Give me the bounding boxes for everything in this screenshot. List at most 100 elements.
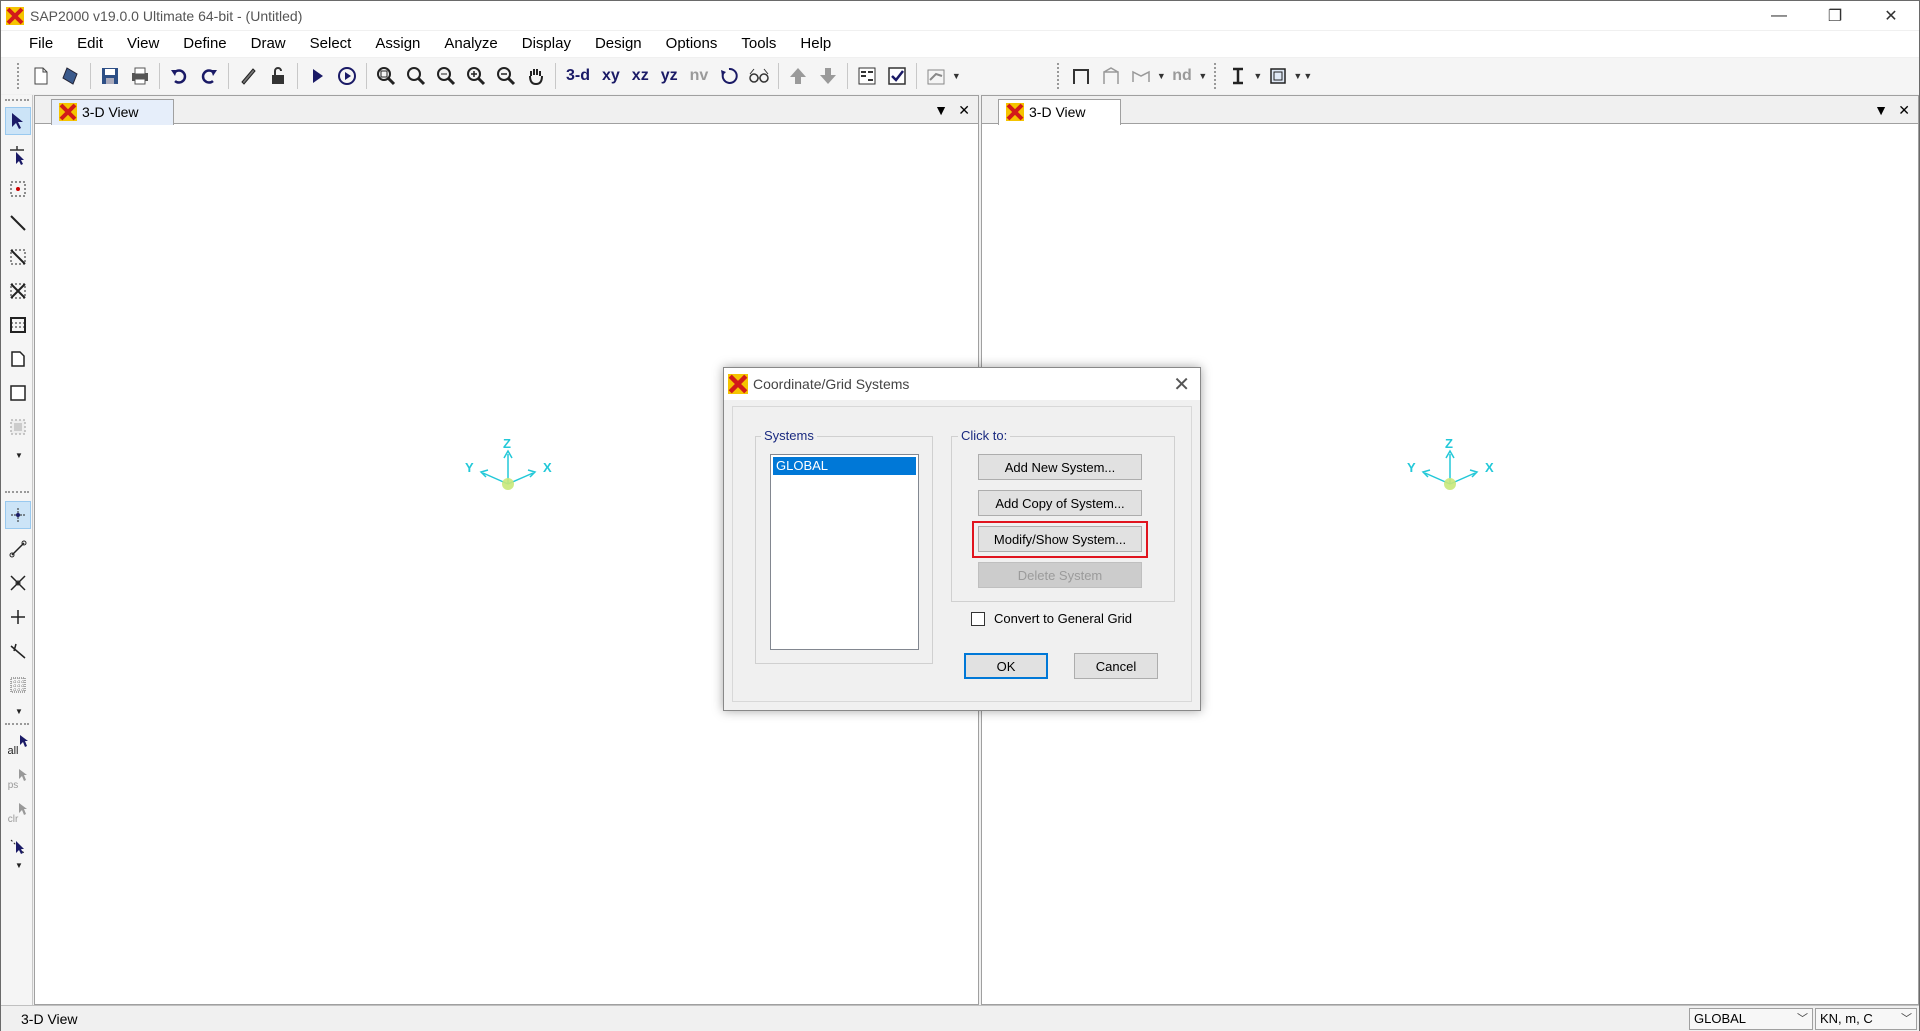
menu-file[interactable]: File [17,31,65,57]
frame-section-icon[interactable] [1066,61,1096,91]
rotate-3d-icon[interactable] [714,61,744,91]
menu-draw[interactable]: Draw [239,31,298,57]
run-analysis-icon[interactable] [302,61,332,91]
select-intersecting-line-icon[interactable] [5,833,31,861]
toolbar-overflow-icon[interactable]: ▼ [1303,61,1313,91]
reshaper-icon[interactable] [5,141,31,169]
check-model-icon[interactable] [882,61,912,91]
quick-draw-braces-icon[interactable] [5,277,31,305]
menu-define[interactable]: Define [171,31,238,57]
snap-ends-icon[interactable] [5,535,31,563]
previous-zoom-icon[interactable] [431,61,461,91]
menu-view[interactable]: View [115,31,171,57]
snap-lines-icon[interactable] [5,637,31,665]
show-deformed-icon[interactable] [921,61,951,91]
view-yz-button[interactable]: yz [655,61,684,91]
menu-design[interactable]: Design [583,31,654,57]
menu-edit[interactable]: Edit [65,31,115,57]
draw-rect-area-icon[interactable] [5,379,31,407]
menu-analyze[interactable]: Analyze [432,31,509,57]
left-toolbar-grip-2[interactable] [5,491,29,494]
truss-icon[interactable] [1126,61,1156,91]
draw-poly-area-icon[interactable] [5,345,31,373]
quick-draw-area-icon[interactable] [5,413,31,441]
right-pane-close-icon[interactable]: ✕ [1898,96,1910,124]
menu-assign[interactable]: Assign [363,31,432,57]
move-up-icon[interactable] [783,61,813,91]
cancel-button[interactable]: Cancel [1074,653,1158,679]
clear-selection-button[interactable]: clr [5,799,31,827]
add-copy-of-system-button[interactable]: Add Copy of System... [978,490,1142,516]
select-all-button[interactable]: all [5,731,31,759]
convert-to-general-grid-checkbox[interactable] [971,612,985,626]
show-deformed-dropdown-icon[interactable]: ▼ [951,61,961,91]
dialog-close-icon[interactable]: ✕ [1173,372,1190,397]
quick-draw-frame-icon[interactable] [5,243,31,271]
save-icon[interactable] [95,61,125,91]
left-toolbar-grip[interactable] [5,99,29,102]
pointer-icon[interactable] [5,107,31,135]
snap-dropdown-icon[interactable]: ▼ [15,707,23,716]
coordinate-system-select[interactable]: GLOBAL ﹀ [1689,1008,1813,1030]
left-pane-dropdown-icon[interactable]: ▼ [934,96,948,124]
view-xy-button[interactable]: xy [596,61,626,91]
zoom-window-icon[interactable] [371,61,401,91]
move-down-icon[interactable] [813,61,843,91]
select-dropdown-icon[interactable]: ▼ [15,861,23,870]
draw-joint-icon[interactable] [5,175,31,203]
pan-hand-icon[interactable] [521,61,551,91]
units-select[interactable]: KN, m, C ﹀ [1815,1008,1917,1030]
draw-tools-dropdown-icon[interactable]: ▼ [15,451,23,460]
nd-dropdown-icon[interactable]: ▼ [1198,61,1208,91]
portal-frame-icon[interactable] [1096,61,1126,91]
quick-draw-secondary-icon[interactable] [5,311,31,339]
delete-system-button[interactable]: Delete System [978,562,1142,588]
nd-button[interactable]: nd [1166,61,1198,91]
toolbar-grip-2[interactable] [1057,63,1060,89]
left-pane-close-icon[interactable]: ✕ [958,96,970,124]
section-designer-icon[interactable] [1223,61,1253,91]
toolbar-grip-3[interactable] [1213,63,1217,89]
snap-points-icon[interactable] [5,501,31,529]
close-button[interactable]: ✕ [1863,1,1919,30]
area-section-dropdown-icon[interactable]: ▼ [1293,61,1303,91]
lock-icon[interactable] [263,61,293,91]
refresh-pencil-icon[interactable] [233,61,263,91]
modify-show-system-button[interactable]: Modify/Show System... [978,526,1142,552]
view-xz-button[interactable]: xz [626,61,655,91]
view-nv-button[interactable]: nv [684,61,715,91]
add-new-system-button[interactable]: Add New System... [978,454,1142,480]
snap-intersections-icon[interactable] [5,569,31,597]
menu-select[interactable]: Select [298,31,364,57]
run-now-icon[interactable] [332,61,362,91]
snap-fine-grid-icon[interactable] [5,671,31,699]
left-toolbar-grip-3[interactable] [5,723,29,726]
menu-help[interactable]: Help [788,31,843,57]
view-3d-button[interactable]: 3-d [560,61,596,91]
section-dropdown-icon[interactable]: ▼ [1253,61,1263,91]
zoom-in-icon[interactable] [461,61,491,91]
display-options-icon[interactable] [852,61,882,91]
systems-listbox[interactable]: GLOBAL [770,454,919,650]
get-previous-selection-button[interactable]: ps [5,765,31,793]
draw-frame-icon[interactable] [5,209,31,237]
menu-options[interactable]: Options [654,31,730,57]
new-model-icon[interactable] [26,61,56,91]
undo-icon[interactable] [164,61,194,91]
redo-icon[interactable] [194,61,224,91]
menu-display[interactable]: Display [510,31,583,57]
open-model-icon[interactable] [56,61,86,91]
left-pane-tab[interactable]: 3-D View [51,99,174,125]
print-icon[interactable] [125,61,155,91]
perspective-toggle-icon[interactable] [744,61,774,91]
snap-perpendicular-icon[interactable] [5,603,31,631]
minimize-button[interactable]: — [1751,1,1807,30]
menu-tools[interactable]: Tools [729,31,788,57]
restore-button[interactable]: ❐ [1807,1,1863,30]
right-pane-dropdown-icon[interactable]: ▼ [1874,96,1888,124]
frame-templates-dropdown-icon[interactable]: ▼ [1156,61,1166,91]
area-section-icon[interactable] [1263,61,1293,91]
right-pane-tab[interactable]: 3-D View [998,99,1121,125]
ok-button[interactable]: OK [964,653,1048,679]
zoom-out-icon[interactable] [491,61,521,91]
